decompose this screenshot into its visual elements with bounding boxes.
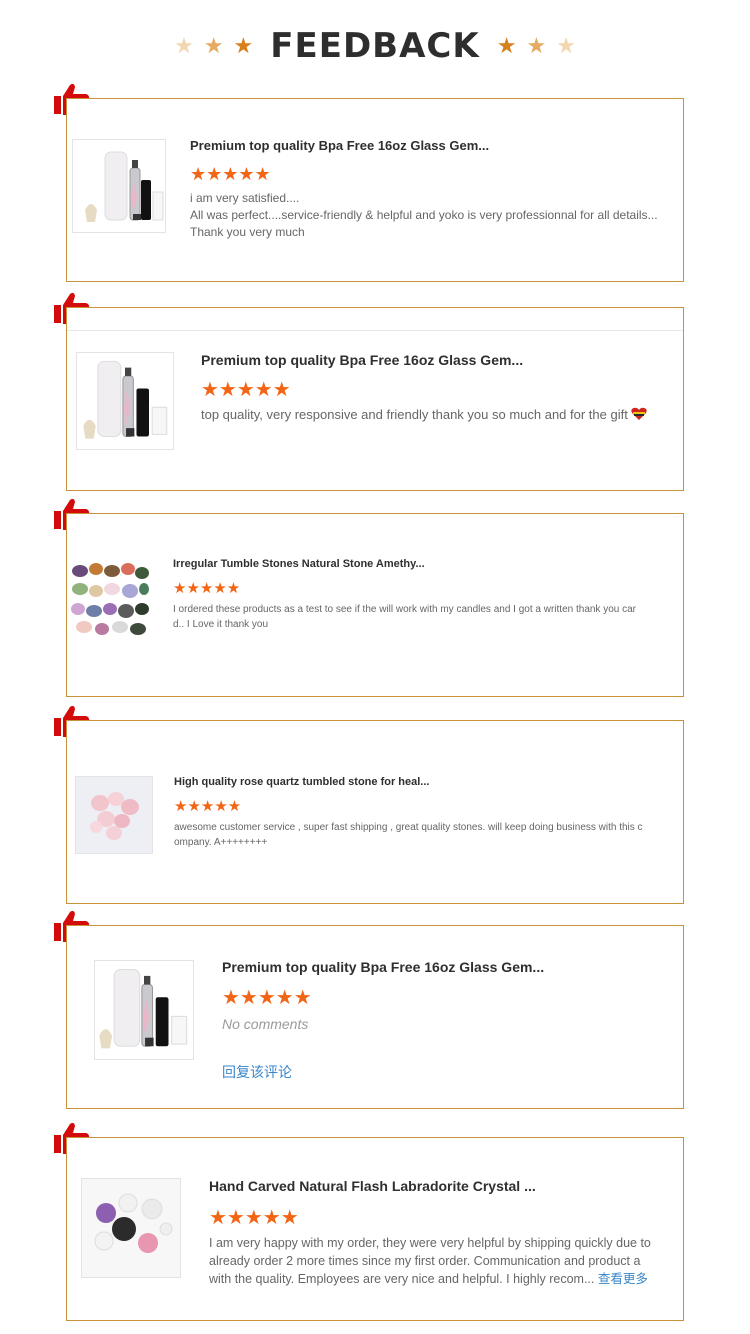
review-text-row: top quality, very responsive and friendl… — [201, 407, 648, 422]
reply-comment-link[interactable]: 回复该评论 — [222, 1062, 292, 1082]
rating-stars: ★★★★★ — [201, 379, 291, 401]
heart-flag-icon — [631, 407, 648, 420]
glass-bottle-product-icon[interactable] — [76, 352, 174, 450]
review-text: awesome customer service , super fast sh… — [174, 822, 643, 848]
star-icon: ★ — [556, 33, 576, 58]
divider — [67, 330, 683, 331]
star-icon: ★ — [203, 33, 224, 58]
feedback-header: ★ ★ ★ FEEDBACK ★ ★ ★ — [0, 22, 750, 70]
review-card[interactable]: Premium top quality Bpa Free 16oz Glass … — [66, 98, 684, 282]
review-text: top quality, very responsive and friendl… — [201, 407, 628, 422]
tumble-stones-product-icon[interactable] — [70, 559, 150, 637]
rating-stars: ★★★★★ — [174, 798, 242, 815]
review-card[interactable]: High quality rose quartz tumbled stone f… — [66, 720, 684, 904]
view-more-link[interactable]: 查看更多 — [598, 1271, 648, 1286]
star-icon: ★ — [526, 33, 547, 58]
review-card[interactable]: Premium top quality Bpa Free 16oz Glass … — [66, 925, 684, 1109]
glass-bottle-product-icon[interactable] — [94, 960, 194, 1060]
review-text: i am very satisfied.... All was perfect.… — [190, 191, 658, 239]
review-text: No comments — [222, 1016, 309, 1032]
review-text: I ordered these products as a test to se… — [173, 604, 637, 630]
product-title[interactable]: Premium top quality Bpa Free 16oz Glass … — [222, 959, 544, 975]
product-title[interactable]: Hand Carved Natural Flash Labradorite Cr… — [209, 1178, 536, 1194]
review-text: I am very happy with my order, they were… — [209, 1236, 651, 1286]
product-title[interactable]: Premium top quality Bpa Free 16oz Glass … — [190, 138, 489, 153]
star-icon: ★ — [174, 33, 194, 58]
review-card[interactable]: Irregular Tumble Stones Natural Stone Am… — [66, 513, 684, 697]
review-text-block: I am very happy with my order, they were… — [209, 1234, 683, 1294]
rating-stars: ★★★★★ — [190, 164, 271, 184]
review-card[interactable]: Hand Carved Natural Flash Labradorite Cr… — [66, 1137, 684, 1321]
crystal-spheres-product-icon[interactable] — [81, 1178, 181, 1278]
product-title[interactable]: Premium top quality Bpa Free 16oz Glass … — [201, 352, 523, 368]
page-title: FEEDBACK — [270, 26, 480, 66]
review-card[interactable]: Premium top quality Bpa Free 16oz Glass … — [66, 307, 684, 491]
star-icon: ★ — [496, 33, 517, 58]
rating-stars: ★★★★★ — [173, 580, 241, 597]
rating-stars: ★★★★★ — [222, 987, 312, 1009]
rose-quartz-product-icon[interactable] — [75, 776, 153, 854]
glass-bottle-product-icon[interactable] — [72, 139, 166, 233]
rating-stars: ★★★★★ — [209, 1207, 299, 1229]
product-title[interactable]: High quality rose quartz tumbled stone f… — [174, 776, 429, 788]
star-icon: ★ — [233, 33, 254, 58]
product-title[interactable]: Irregular Tumble Stones Natural Stone Am… — [173, 558, 425, 570]
